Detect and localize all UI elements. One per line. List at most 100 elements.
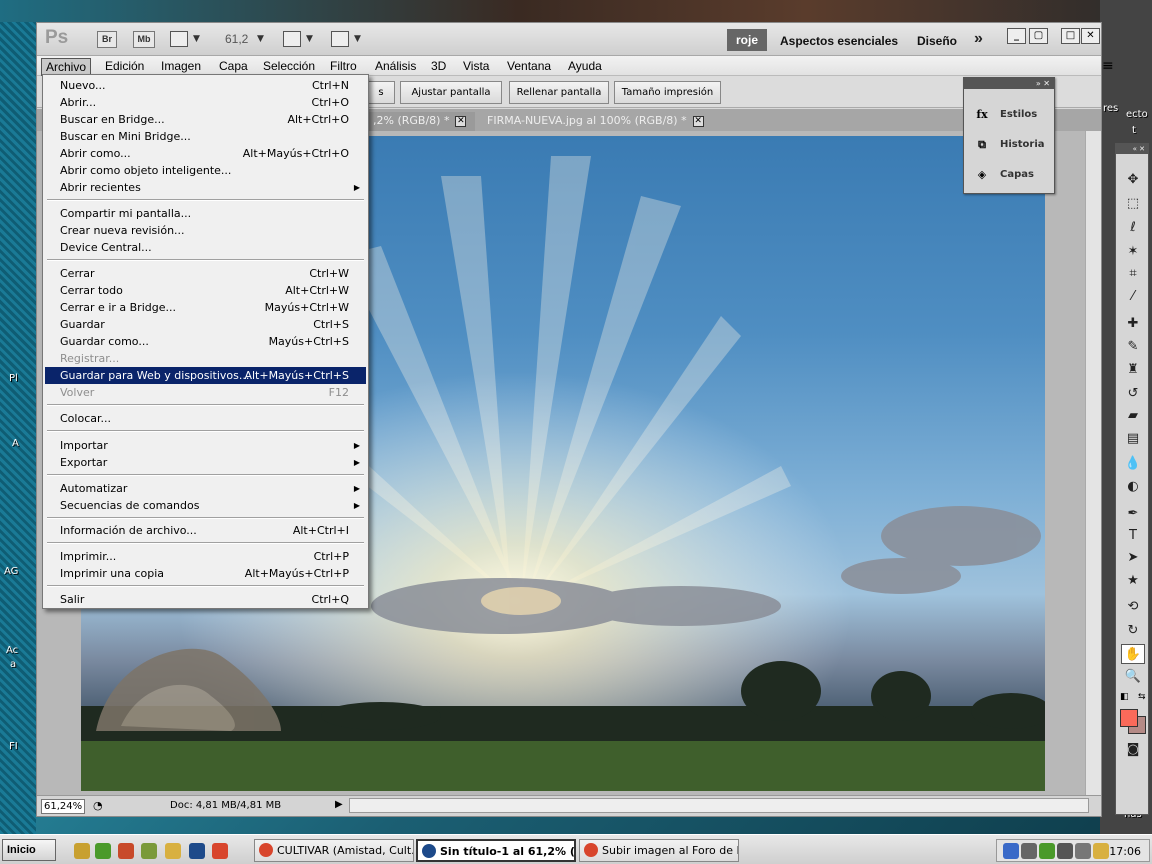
tray-icon[interactable]	[1039, 843, 1055, 859]
photoshop-icon[interactable]	[189, 843, 205, 859]
minimize-icon[interactable]: _	[1007, 28, 1026, 44]
menu-item-exportar[interactable]: Exportar ▶	[45, 454, 366, 471]
menu-ayuda[interactable]: Ayuda	[564, 58, 606, 74]
maximize-icon[interactable]: □	[1061, 28, 1080, 44]
menu-item-informacion-archivo[interactable]: Información de archivo... Alt+Ctrl+I	[45, 522, 366, 539]
pen-tool-icon[interactable]: ✒	[1121, 504, 1145, 524]
chevron-down-icon[interactable]: ▼	[354, 34, 361, 44]
menu-item-cerrar[interactable]: Cerrar Ctrl+W	[45, 265, 366, 282]
menu-item-device-central[interactable]: Device Central...	[45, 239, 366, 256]
tray-icon[interactable]	[1003, 843, 1019, 859]
menu-analisis[interactable]: Análisis	[371, 58, 420, 74]
volume-icon[interactable]	[1057, 843, 1073, 859]
menu-item-abrir[interactable]: Abrir... Ctrl+O	[45, 94, 366, 111]
close-icon[interactable]: ✕	[1081, 28, 1100, 44]
workspace-essentials[interactable]: Aspectos esenciales	[780, 34, 898, 48]
tray-icon[interactable]	[1093, 843, 1109, 859]
tray-icon[interactable]	[1075, 843, 1091, 859]
more-workspaces-icon[interactable]: »	[974, 30, 983, 48]
chrome-icon[interactable]	[212, 843, 228, 859]
menu-item-colocar[interactable]: Colocar...	[45, 410, 366, 427]
tools-panel-header[interactable]: « ✕	[1116, 144, 1148, 154]
stamp-tool-icon[interactable]: ♜	[1121, 360, 1145, 380]
panel-item-capas[interactable]: ◈ Capas	[972, 166, 1052, 186]
bridge-button[interactable]: Br	[97, 31, 117, 48]
gradient-tool-icon[interactable]: ▤	[1121, 429, 1145, 449]
taskbar-item-cultivar[interactable]: CULTIVAR (Amistad, Cult...	[254, 839, 414, 862]
menu-item-cerrar-todo[interactable]: Cerrar todo Alt+Ctrl+W	[45, 282, 366, 299]
menu-item-salir[interactable]: Salir Ctrl+Q	[45, 591, 366, 608]
healing-brush-tool-icon[interactable]: ✚	[1121, 314, 1145, 334]
chevron-down-icon[interactable]: ▼	[257, 34, 264, 44]
play-arrow-icon[interactable]: ▶	[335, 799, 343, 810]
menu-item-guardar-web[interactable]: Guardar para Web y dispositivos... Alt+Ma…	[45, 367, 366, 384]
menu-ventana[interactable]: Ventana	[503, 58, 555, 74]
blur-tool-icon[interactable]: 💧	[1121, 454, 1145, 474]
menu-item-imprimir-copia[interactable]: Imprimir una copia Alt+Mayús+Ctrl+P	[45, 565, 366, 582]
zoom-tool-icon[interactable]: 🔍	[1121, 667, 1145, 687]
restore-icon[interactable]: ▢	[1029, 28, 1048, 44]
menu-3d[interactable]: 3D	[427, 58, 450, 74]
vertical-scrollbar[interactable]	[1085, 131, 1101, 795]
default-colors-icon[interactable]: ◧	[1120, 692, 1129, 702]
menu-item-abrir-como[interactable]: Abrir como... Alt+Mayús+Ctrl+O	[45, 145, 366, 162]
menu-item-buscar-mini-bridge[interactable]: Buscar en Mini Bridge...	[45, 128, 366, 145]
brush-tool-icon[interactable]: ✎	[1121, 337, 1145, 357]
eyedropper-tool-icon[interactable]: ⁄	[1121, 287, 1145, 307]
status-menu-icon[interactable]: ◔	[93, 799, 103, 812]
horizontal-scrollbar[interactable]	[349, 798, 1089, 813]
menu-filtro[interactable]: Filtro	[326, 58, 361, 74]
start-button[interactable]: Inicio	[2, 839, 56, 861]
eraser-tool-icon[interactable]: ▰	[1121, 406, 1145, 426]
menu-item-secuencias-comandos[interactable]: Secuencias de comandos ▶	[45, 497, 366, 514]
zoom-input[interactable]: 61,24%	[41, 799, 85, 814]
panel-item-historia[interactable]: ⧉ Historia	[972, 136, 1052, 156]
menu-item-imprimir[interactable]: Imprimir... Ctrl+P	[45, 548, 366, 565]
quick-mask-icon[interactable]: ◙	[1121, 740, 1145, 760]
close-tab-icon[interactable]: ✕	[455, 115, 467, 127]
menu-item-automatizar[interactable]: Automatizar ▶	[45, 480, 366, 497]
hand-tool-icon[interactable]: ✋	[1121, 644, 1145, 664]
screen-mode-icon[interactable]	[331, 31, 349, 47]
zoom-level[interactable]: 61,2	[225, 32, 248, 46]
menu-item-abrir-recientes[interactable]: Abrir recientes ▶	[45, 179, 366, 196]
type-tool-icon[interactable]: T	[1121, 526, 1145, 546]
panel-header[interactable]: » ✕	[964, 78, 1054, 89]
fit-screen-button[interactable]: Ajustar pantalla	[400, 81, 502, 104]
shape-tool-icon[interactable]: ★	[1121, 571, 1145, 591]
workspace-design[interactable]: Diseño	[917, 34, 957, 48]
print-size-button[interactable]: Tamaño impresión	[614, 81, 721, 104]
quick-launch-icon[interactable]	[74, 843, 90, 859]
close-tab-icon[interactable]: ✕	[692, 115, 704, 127]
fill-screen-button[interactable]: Rellenar pantalla	[509, 81, 609, 104]
tab-firma-nueva[interactable]: FIRMA-NUEVA.jpg al 100% (RGB/8) * ✕	[481, 112, 721, 131]
menu-item-importar[interactable]: Importar ▶	[45, 437, 366, 454]
menu-item-guardar-como[interactable]: Guardar como... Mayús+Ctrl+S	[45, 333, 366, 350]
3d-orbit-tool-icon[interactable]: ↻	[1121, 621, 1145, 641]
menu-item-guardar[interactable]: Guardar Ctrl+S	[45, 316, 366, 333]
dodge-tool-icon[interactable]: ◐	[1121, 477, 1145, 497]
menu-edicion[interactable]: Edición	[101, 58, 148, 74]
panel-menu-icon[interactable]: ≡	[1102, 58, 1114, 74]
tray-icon[interactable]	[1021, 843, 1037, 859]
tab-sin-titulo[interactable]: ,2% (RGB/8) * ✕	[367, 112, 475, 131]
quick-launch-icon[interactable]	[141, 843, 157, 859]
taskbar-item-subir-imagen[interactable]: Subir imagen al Foro de I...	[579, 839, 739, 862]
menu-imagen[interactable]: Imagen	[157, 58, 205, 74]
history-brush-tool-icon[interactable]: ↺	[1121, 384, 1145, 404]
marquee-tool-icon[interactable]: ⬚	[1121, 194, 1145, 214]
quick-launch-icon[interactable]	[118, 843, 134, 859]
chevron-down-icon[interactable]: ▼	[193, 34, 200, 44]
magic-wand-tool-icon[interactable]: ✶	[1121, 242, 1145, 262]
menu-vista[interactable]: Vista	[459, 58, 493, 74]
chevron-down-icon[interactable]: ▼	[306, 34, 313, 44]
path-selection-tool-icon[interactable]: ➤	[1121, 548, 1145, 568]
view-extras-icon[interactable]	[170, 31, 188, 47]
menu-item-crear-revision[interactable]: Crear nueva revisión...	[45, 222, 366, 239]
taskbar-item-photoshop[interactable]: Sin título-1 al 61,2% (...	[416, 839, 576, 862]
quick-launch-icon[interactable]	[95, 843, 111, 859]
lasso-tool-icon[interactable]: ℓ	[1121, 218, 1145, 238]
foreground-color-swatch[interactable]	[1120, 709, 1138, 727]
swap-colors-icon[interactable]: ⇆	[1138, 692, 1146, 702]
3d-rotate-tool-icon[interactable]: ⟲	[1121, 597, 1145, 617]
